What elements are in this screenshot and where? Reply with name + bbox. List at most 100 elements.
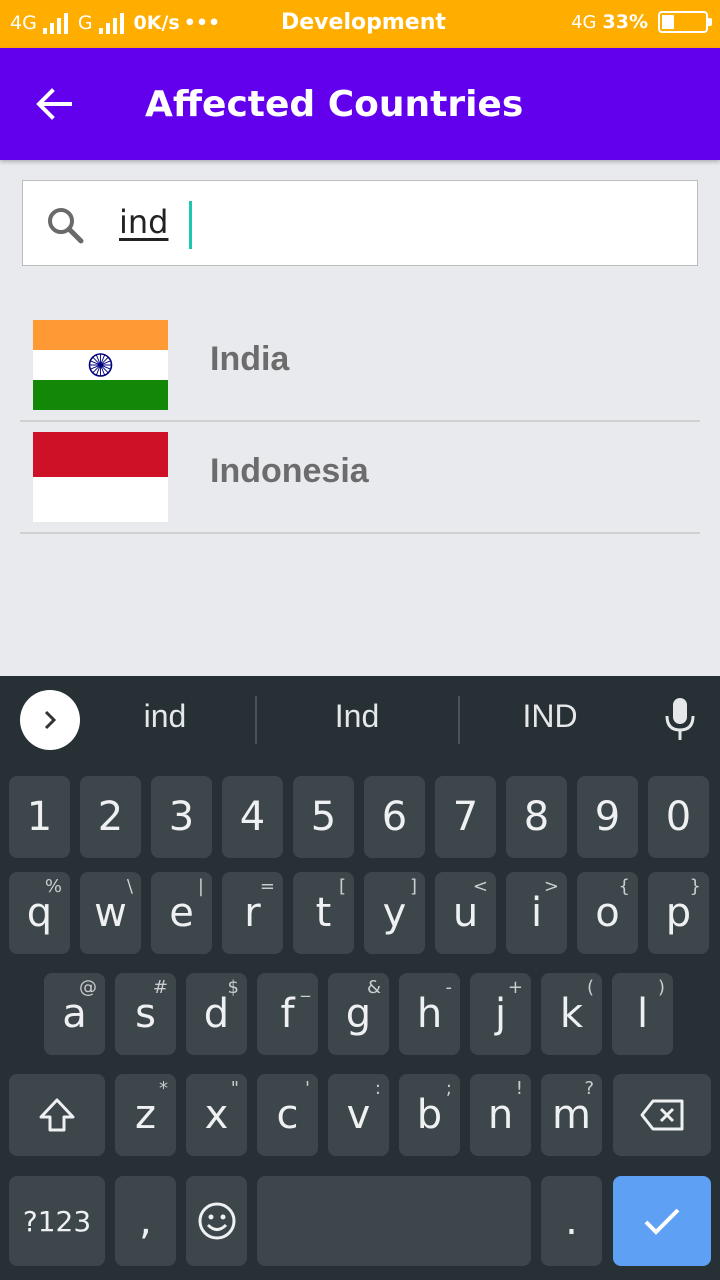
key-6-label: 6 bbox=[381, 794, 408, 840]
list-item-india[interactable]: India bbox=[20, 310, 700, 422]
key-i-hint: > bbox=[543, 876, 559, 897]
chevron-right-icon bbox=[44, 710, 57, 730]
key-z-label: z bbox=[135, 1092, 156, 1138]
key-6[interactable]: 6 bbox=[364, 776, 425, 858]
emoji-key[interactable] bbox=[186, 1176, 247, 1266]
key-7[interactable]: 7 bbox=[435, 776, 496, 858]
key-g[interactable]: g & bbox=[328, 973, 389, 1055]
key-t-label: t bbox=[315, 890, 332, 936]
key-c-hint: ' bbox=[305, 1078, 310, 1099]
key-q[interactable]: q% bbox=[9, 872, 70, 954]
network-type: 4G bbox=[571, 11, 597, 33]
key-i[interactable]: i > bbox=[506, 872, 567, 954]
key-j[interactable]: j + bbox=[470, 973, 531, 1055]
backspace-icon bbox=[640, 1099, 684, 1131]
key-3-label: 3 bbox=[168, 794, 195, 840]
backspace-key[interactable] bbox=[613, 1074, 711, 1156]
key-l-hint: ) bbox=[657, 977, 665, 998]
key-p-label: p bbox=[665, 890, 692, 936]
more-notifications-icon: ••• bbox=[183, 12, 221, 34]
key-r-hint: = bbox=[259, 876, 275, 897]
key-v-label: v bbox=[346, 1092, 371, 1138]
back-button[interactable] bbox=[34, 84, 74, 124]
key-f-label: f bbox=[280, 991, 295, 1037]
key-4[interactable]: 4 bbox=[222, 776, 283, 858]
key-x-hint: " bbox=[230, 1078, 239, 1099]
key-i-label: i bbox=[530, 890, 543, 936]
indonesia-flag-icon bbox=[33, 432, 168, 522]
done-key[interactable] bbox=[613, 1176, 711, 1266]
period-key[interactable]: . bbox=[541, 1176, 602, 1266]
key-1[interactable]: 1 bbox=[9, 776, 70, 858]
suggestion-2[interactable]: Ind bbox=[262, 698, 452, 735]
key-h[interactable]: h- bbox=[399, 973, 460, 1055]
status-notification-title: Development m bbox=[281, 10, 451, 35]
suggestion-3[interactable]: IND bbox=[455, 698, 645, 735]
key-c[interactable]: c ' bbox=[257, 1074, 318, 1156]
key-9[interactable]: 9 bbox=[577, 776, 638, 858]
key-x[interactable]: x " bbox=[186, 1074, 247, 1156]
key-4-label: 4 bbox=[239, 794, 266, 840]
suggestion-divider bbox=[255, 696, 257, 744]
key-z[interactable]: z * bbox=[115, 1074, 176, 1156]
status-bar-left: 4G G 0K/s ••• bbox=[10, 12, 220, 34]
status-bar: 4G G 0K/s ••• Development m 4G 33% bbox=[0, 0, 720, 48]
page-title: Affected Countries bbox=[145, 84, 524, 125]
key-n-hint: ! bbox=[515, 1078, 523, 1099]
key-w-label: w bbox=[94, 890, 127, 936]
comma-key-label: , bbox=[139, 1198, 152, 1244]
space-bar[interactable] bbox=[257, 1176, 531, 1266]
key-w[interactable]: w \ bbox=[80, 872, 141, 954]
shift-key[interactable] bbox=[9, 1074, 105, 1156]
key-b[interactable]: b; bbox=[399, 1074, 460, 1156]
period-key-label: . bbox=[565, 1198, 578, 1244]
key-s[interactable]: s # bbox=[115, 973, 176, 1055]
comma-key[interactable]: , bbox=[115, 1176, 176, 1266]
key-0-label: 0 bbox=[665, 794, 692, 840]
suggestion-1[interactable]: ind bbox=[70, 698, 260, 735]
key-o-label: o bbox=[595, 890, 620, 936]
key-t-hint: [ bbox=[338, 876, 346, 897]
shift-icon bbox=[39, 1098, 75, 1132]
key-5[interactable]: 5 bbox=[293, 776, 354, 858]
key-e[interactable]: e | bbox=[151, 872, 212, 954]
key-g-hint: & bbox=[366, 977, 381, 998]
key-v[interactable]: v: bbox=[328, 1074, 389, 1156]
key-l[interactable]: l) bbox=[612, 973, 673, 1055]
key-u[interactable]: u < bbox=[435, 872, 496, 954]
key-s-hint: # bbox=[152, 977, 168, 998]
key-m[interactable]: m? bbox=[541, 1074, 602, 1156]
key-f-hint: _ bbox=[301, 977, 310, 998]
key-y[interactable]: y] bbox=[364, 872, 425, 954]
soft-keyboard: ind Ind IND 1 2 3 4 5 6 7 8 9 0 q% w \ e | r = t[y] u < i > o{… bbox=[0, 676, 720, 1280]
list-item-indonesia[interactable]: Indonesia bbox=[20, 422, 700, 534]
key-3[interactable]: 3 bbox=[151, 776, 212, 858]
battery-percent: 33% bbox=[602, 11, 648, 33]
key-p[interactable]: p} bbox=[648, 872, 709, 954]
key-n[interactable]: n! bbox=[470, 1074, 531, 1156]
key-a[interactable]: a @ bbox=[44, 973, 105, 1055]
key-k-label: k bbox=[559, 991, 584, 1037]
key-r[interactable]: r = bbox=[222, 872, 283, 954]
symbols-key[interactable]: ?123 bbox=[9, 1176, 105, 1266]
key-h-label: h bbox=[416, 991, 443, 1037]
sim1-network-label: 4G bbox=[10, 12, 37, 34]
search-box[interactable]: ind bbox=[22, 180, 698, 266]
signal-strength-icon-2 bbox=[98, 13, 124, 34]
key-8[interactable]: 8 bbox=[506, 776, 567, 858]
key-z-hint: * bbox=[159, 1078, 168, 1099]
key-t[interactable]: t[ bbox=[293, 872, 354, 954]
microphone-icon[interactable] bbox=[662, 696, 698, 742]
emoji-icon bbox=[198, 1202, 235, 1240]
key-8-label: 8 bbox=[523, 794, 550, 840]
key-0[interactable]: 0 bbox=[648, 776, 709, 858]
key-f[interactable]: f _ bbox=[257, 973, 318, 1055]
key-2[interactable]: 2 bbox=[80, 776, 141, 858]
search-input[interactable]: ind bbox=[119, 203, 168, 241]
key-w-hint: \ bbox=[126, 876, 133, 897]
key-o[interactable]: o{ bbox=[577, 872, 638, 954]
checkmark-icon bbox=[644, 1208, 680, 1235]
key-k[interactable]: k( bbox=[541, 973, 602, 1055]
signal-strength-icon bbox=[42, 13, 68, 34]
key-d[interactable]: d $ bbox=[186, 973, 247, 1055]
